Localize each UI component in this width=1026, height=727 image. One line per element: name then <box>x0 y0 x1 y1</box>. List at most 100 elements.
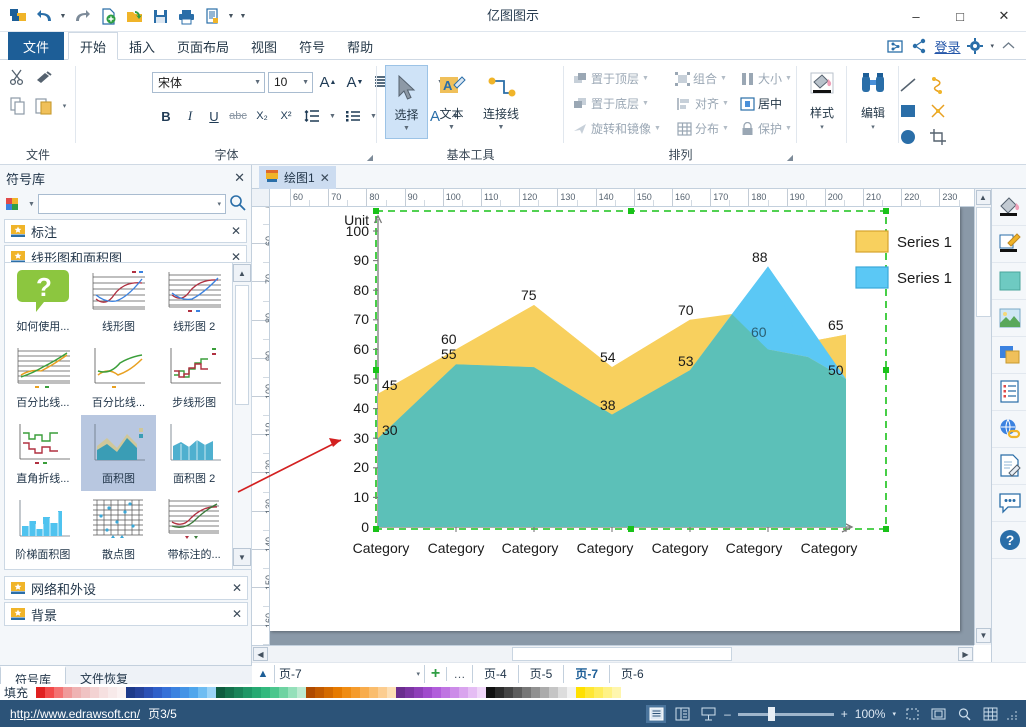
palette-swatch[interactable] <box>378 686 387 698</box>
library-category-network[interactable]: 网络和外设 ✕ <box>4 576 248 600</box>
close-icon[interactable]: ✕ <box>234 170 245 186</box>
horizontal-scrollbar-thumb[interactable] <box>512 647 732 661</box>
zoom-in-button[interactable]: + <box>841 707 848 721</box>
distribute-button[interactable]: 分布 ▼ <box>676 120 729 137</box>
fill-style-icon[interactable] <box>992 189 1026 226</box>
search-icon[interactable] <box>229 194 246 214</box>
resize-grip-icon[interactable] <box>1006 708 1018 720</box>
bullet-list-icon[interactable] <box>341 104 365 128</box>
comment-icon[interactable] <box>992 485 1026 522</box>
palette-swatch[interactable] <box>324 686 333 698</box>
chevron-down-icon[interactable]: ▼ <box>720 75 727 82</box>
chevron-down-icon[interactable]: ▼ <box>642 75 649 82</box>
scroll-right-button[interactable]: ▶ <box>958 647 973 661</box>
palette-swatch[interactable] <box>540 686 549 698</box>
edit-caret-icon[interactable]: ▾ <box>871 123 875 131</box>
zoom-caret-icon[interactable]: ▾ <box>892 710 896 718</box>
tab-symbols[interactable]: 符号 <box>288 32 336 60</box>
size-button[interactable]: 大小 ▼ <box>739 70 792 87</box>
maximize-button[interactable]: □ <box>938 0 982 32</box>
page-tab-7[interactable]: 页-7 <box>563 664 609 683</box>
palette-swatch[interactable] <box>288 686 297 698</box>
library-cube-caret-icon[interactable]: ▼ <box>28 201 35 208</box>
palette-swatch[interactable] <box>225 686 234 698</box>
superscript-button[interactable]: X² <box>276 104 296 128</box>
palette-swatch[interactable] <box>558 686 567 698</box>
scroll-up-button[interactable]: ▲ <box>975 190 991 205</box>
note-icon[interactable] <box>992 448 1026 485</box>
line-style-icon[interactable] <box>992 226 1026 263</box>
chevron-down-icon[interactable]: ▼ <box>654 125 661 132</box>
drawing-page[interactable]: 45 60 75 54 70 65 30 55 38 53 88 50 60 U… <box>270 207 960 631</box>
settings-caret-icon[interactable]: ▾ <box>990 42 994 50</box>
palette-swatch[interactable] <box>72 686 81 698</box>
palette-swatch[interactable] <box>612 686 621 698</box>
library-cube-icon[interactable] <box>5 195 25 213</box>
hyperlink-icon[interactable] <box>992 411 1026 448</box>
palette-swatch[interactable] <box>495 686 504 698</box>
palette-swatch[interactable] <box>513 686 522 698</box>
palette-swatch[interactable] <box>315 686 324 698</box>
layer-icon[interactable] <box>992 337 1026 374</box>
strikethrough-button[interactable]: abc <box>228 104 248 128</box>
palette-swatch[interactable] <box>333 686 342 698</box>
palette-swatch[interactable] <box>297 686 306 698</box>
font-family-combo[interactable]: 宋体 ▼ <box>152 71 265 93</box>
scroll-up-button[interactable]: ▲ <box>233 264 251 282</box>
palette-swatch[interactable] <box>405 686 414 698</box>
tab-file[interactable]: 文件 <box>8 32 64 60</box>
palette-swatch[interactable] <box>351 686 360 698</box>
two-page-view-icon[interactable] <box>672 705 692 723</box>
style-caret-icon[interactable]: ▾ <box>820 123 824 131</box>
x-connector-icon[interactable] <box>923 98 953 124</box>
font-dialog-launcher[interactable]: ◢ <box>367 153 373 162</box>
export-icon[interactable] <box>887 38 904 55</box>
page-tab-4[interactable]: 页-4 <box>472 664 518 683</box>
grow-font-button[interactable]: A ▲ <box>316 70 340 94</box>
arrange-dialog-launcher[interactable]: ◢ <box>787 153 793 162</box>
palette-swatch[interactable] <box>261 686 270 698</box>
canvas-area[interactable]: 45 60 75 54 70 65 30 55 38 53 88 50 60 U… <box>270 207 974 645</box>
fit-page-icon[interactable] <box>928 705 948 723</box>
scrollbar-thumb[interactable] <box>235 285 249 405</box>
protect-button[interactable]: 保护 ▼ <box>739 120 792 137</box>
page-tab-6[interactable]: 页-6 <box>609 664 655 683</box>
properties-icon[interactable] <box>992 374 1026 411</box>
palette-swatch[interactable] <box>414 686 423 698</box>
palette-swatch[interactable] <box>441 686 450 698</box>
palette-swatch[interactable] <box>63 686 72 698</box>
minimize-button[interactable]: – <box>894 0 938 32</box>
palette-swatch[interactable] <box>594 686 603 698</box>
current-page-combo[interactable]: 页-7 ▾ <box>274 664 424 683</box>
collapse-ribbon-icon[interactable] <box>1001 39 1016 54</box>
tab-home[interactable]: 开始 <box>68 32 119 60</box>
format-painter-icon[interactable] <box>34 68 54 88</box>
palette-swatch[interactable] <box>486 686 495 698</box>
edit-button[interactable]: 编辑 ▾ <box>847 64 899 138</box>
italic-button[interactable]: I <box>180 104 200 128</box>
palette-swatch[interactable] <box>252 686 261 698</box>
palette-swatch[interactable] <box>171 686 180 698</box>
center-button[interactable]: 居中 <box>739 95 782 112</box>
vertical-ruler[interactable]: 5060708090100110120130140150160 <box>252 207 270 645</box>
palette-swatch[interactable] <box>117 686 126 698</box>
paste-caret-icon[interactable]: ▾ <box>60 102 69 110</box>
palette-swatch[interactable] <box>306 686 315 698</box>
palette-swatch[interactable] <box>90 686 99 698</box>
color-palette[interactable] <box>36 686 621 698</box>
rotate-flip-button[interactable]: 旋转和镜像 ▼ <box>572 120 661 137</box>
palette-swatch[interactable] <box>45 686 54 698</box>
chevron-down-icon[interactable]: ▼ <box>248 79 261 86</box>
login-link[interactable]: 登录 <box>934 37 960 56</box>
zoom-out-button[interactable]: – <box>724 707 731 721</box>
palette-swatch[interactable] <box>369 686 378 698</box>
palette-swatch[interactable] <box>468 686 477 698</box>
help-icon[interactable]: ? <box>992 522 1026 559</box>
palette-swatch[interactable] <box>108 686 117 698</box>
cut-icon[interactable] <box>8 68 28 88</box>
select-tool-button[interactable]: 选择 ▼ <box>385 65 428 139</box>
close-icon[interactable]: ✕ <box>232 607 242 621</box>
chevron-down-icon[interactable]: ▼ <box>785 75 792 82</box>
palette-swatch[interactable] <box>567 686 576 698</box>
add-page-button[interactable]: + <box>424 664 446 683</box>
